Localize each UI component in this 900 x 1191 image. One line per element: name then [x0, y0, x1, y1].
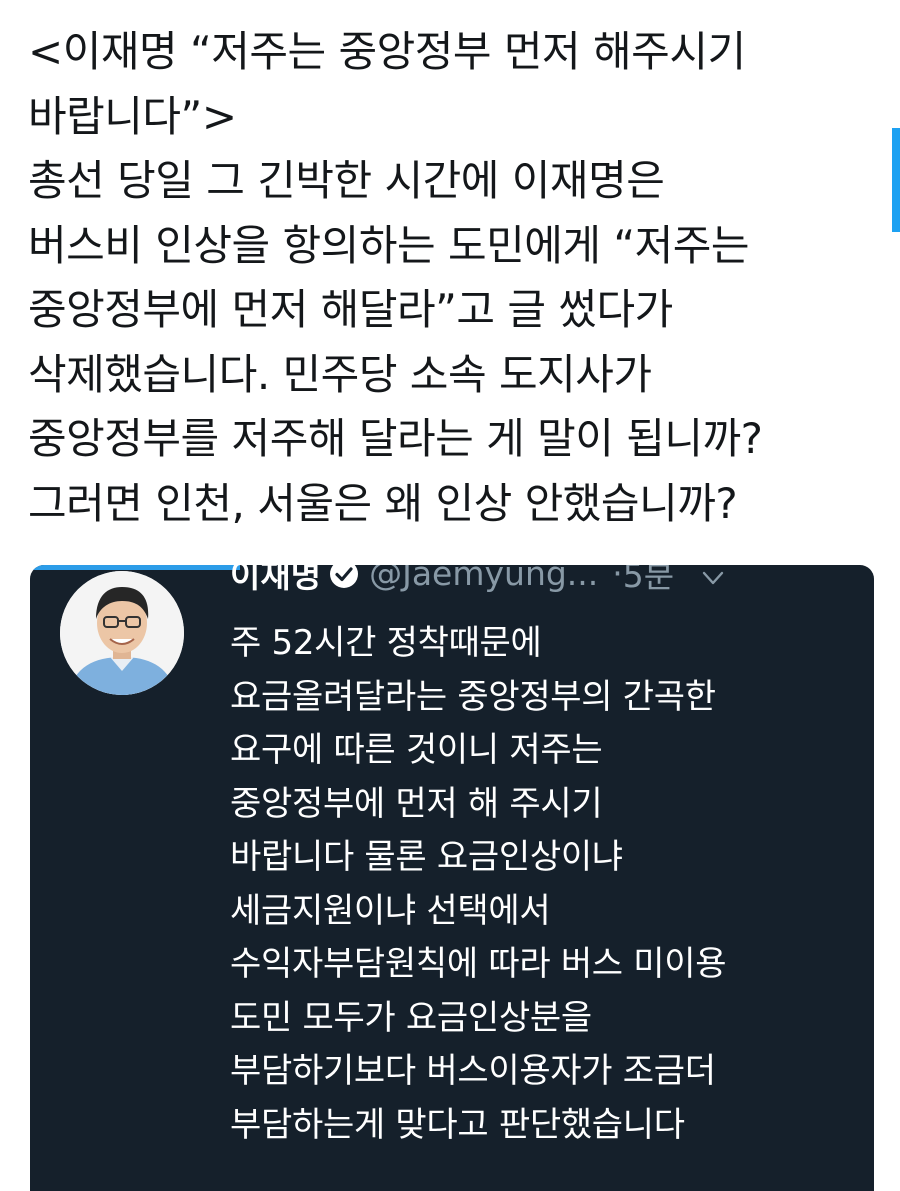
timestamp[interactable]: 5분 [623, 565, 674, 597]
tweet-line: 요구에 따른 것이니 저주는 [230, 730, 603, 770]
post-text: <이재명 “저주는 중앙정부 먼저 해주시기 바랍니다”> 총선 당일 그 긴박… [28, 20, 878, 536]
author-name[interactable]: 이재명 [230, 565, 321, 597]
tweet-line: 바랍니다 물론 요금인상이냐 [230, 837, 623, 877]
post-line: <이재명 “저주는 중앙정부 먼저 해주시기 [28, 27, 746, 76]
tweet-line: 도민 모두가 요금인상분을 [230, 997, 592, 1038]
tweet-header: 이재명 @Jaemyung... · 5분 [230, 565, 870, 595]
tweet-line: 수익자부담원칙에 따라 버스 미이용 [230, 944, 727, 984]
avatar[interactable] [60, 571, 184, 695]
dot-separator: · [612, 565, 623, 593]
chevron-down-icon[interactable] [700, 565, 726, 586]
profile-photo-icon [60, 571, 184, 695]
tweet-line: 중앙정부에 먼저 해 주시기 [230, 783, 603, 824]
post-line: 버스비 인상을 항의하는 도민에게 “저주는 [28, 220, 750, 270]
scroll-indicator[interactable] [892, 128, 900, 232]
verified-badge-icon [329, 565, 359, 588]
post-line: 그러면 인천, 서울은 왜 인상 안했습니까? [28, 478, 738, 528]
top-accent-bar [30, 565, 240, 570]
author-handle[interactable]: @Jaemyung... [369, 565, 598, 593]
tweet-body: 주 52시간 정착때문에 요금올려달라는 중앙정부의 간곡한 요구에 따른 것이… [230, 617, 860, 1152]
post-line: 총선 당일 그 긴박한 시간에 이재명은 [28, 156, 665, 205]
post-line: 중앙정부를 저주해 달라는 게 말이 됩니까? [28, 414, 763, 463]
tweet-line: 요금올려달라는 중앙정부의 간곡한 [230, 676, 716, 717]
post-line: 중앙정부에 먼저 해달라”고 글 썼다가 [28, 285, 673, 334]
post-line: 삭제했습니다. 민주당 소속 도지사가 [28, 349, 652, 399]
tweet-line: 세금지원이냐 선택에서 [230, 890, 551, 931]
tweet-line: 부담하기보다 버스이용자가 조금더 [230, 1051, 716, 1091]
embedded-tweet-screenshot: 이재명 @Jaemyung... · 5분 주 52시간 정착때문에 요금올려달… [30, 565, 874, 1191]
tweet-line: 부담하는게 맞다고 판단했습니다 [230, 1104, 685, 1145]
post-line: 바랍니다”> [28, 91, 237, 141]
tweet-line: 주 52시간 정착때문에 [230, 623, 542, 663]
